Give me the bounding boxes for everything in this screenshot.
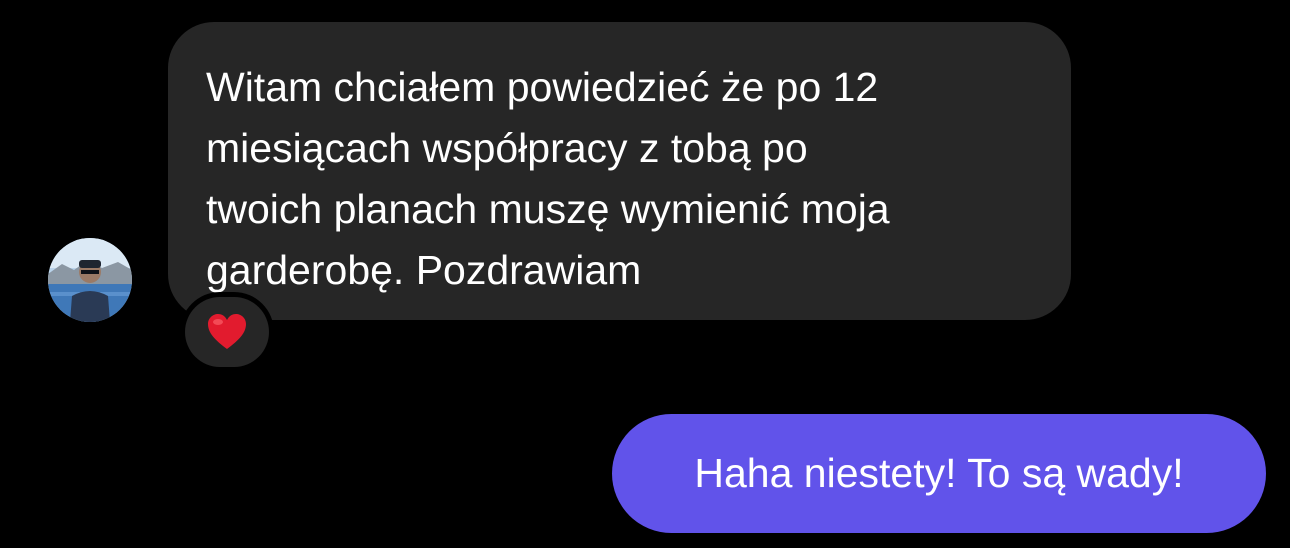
reaction-pill	[185, 297, 269, 367]
avatar-photo-icon	[48, 238, 132, 322]
incoming-message-line: twoich planach muszę wymienić moja	[206, 186, 890, 232]
red-heart-icon	[208, 314, 246, 349]
incoming-message-bubble[interactable]: Witam chciałem powiedzieć że po 12 miesi…	[168, 22, 1071, 320]
incoming-message-line: garderobę. Pozdrawiam	[206, 247, 642, 293]
outgoing-message-bubble[interactable]: Haha niestety! To są wady!	[612, 414, 1266, 533]
incoming-message-line: Witam chciałem powiedzieć że po 12	[206, 64, 879, 110]
sender-avatar[interactable]	[48, 238, 132, 322]
outgoing-message-text: Haha niestety! To są wady!	[694, 450, 1184, 496]
message-reaction[interactable]	[180, 292, 274, 372]
incoming-message-line: miesiącach współpracy z tobą po	[206, 125, 808, 171]
